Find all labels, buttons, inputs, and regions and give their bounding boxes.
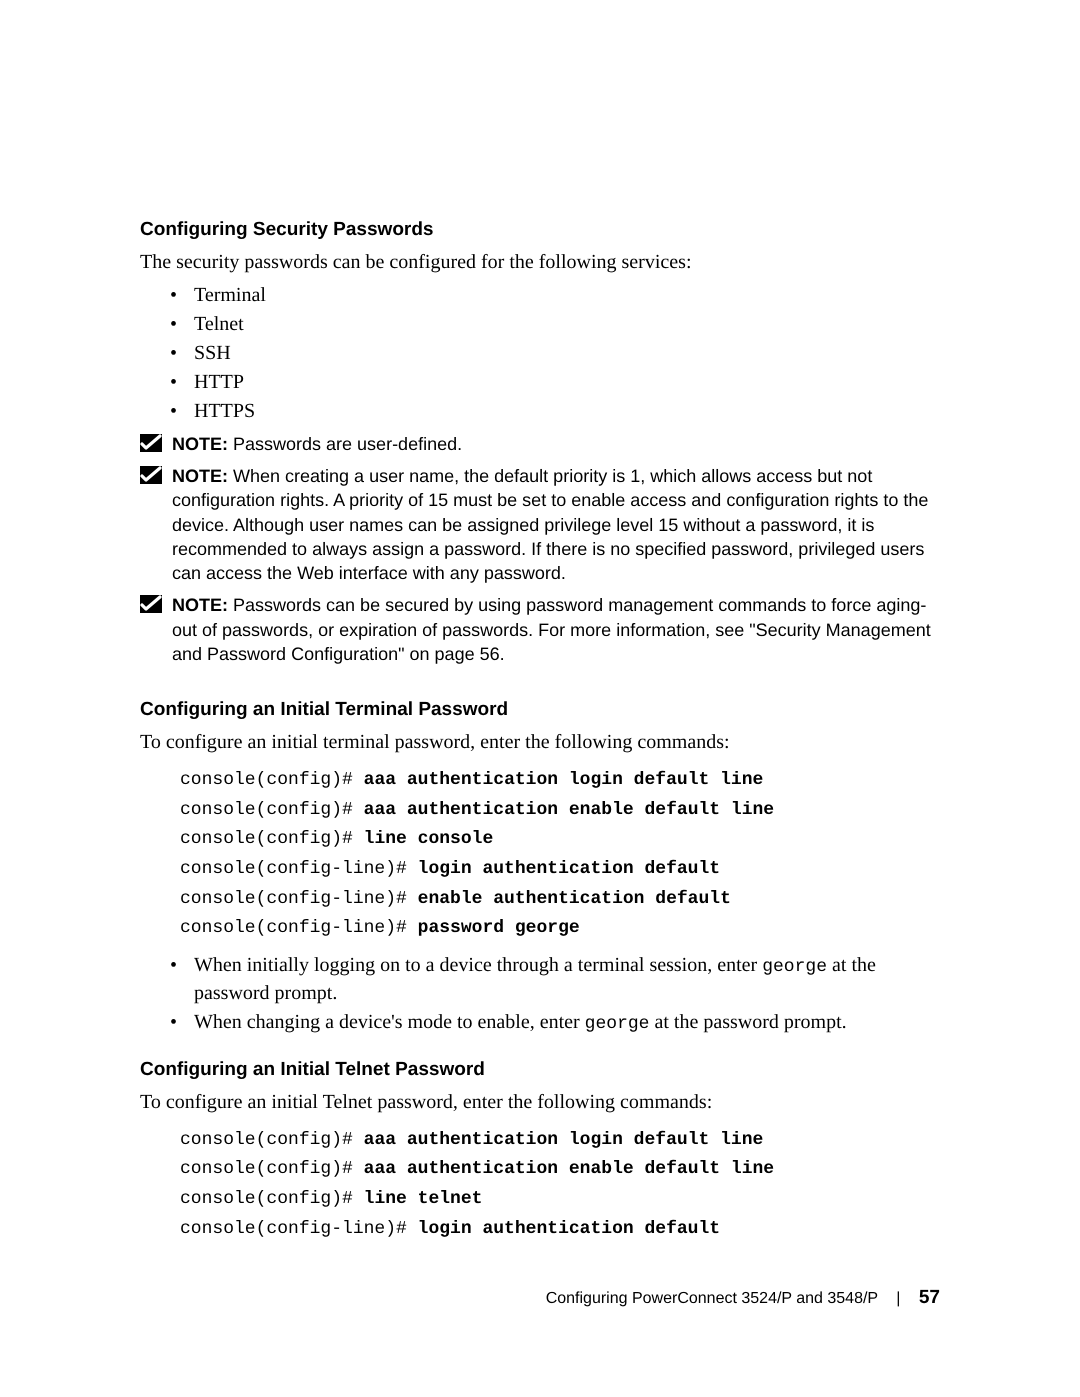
intro-text: The security passwords can be configured… bbox=[140, 249, 940, 276]
code-line: console(config)# aaa authentication enab… bbox=[180, 1155, 940, 1185]
note-label: NOTE: bbox=[172, 466, 228, 486]
note-icon bbox=[140, 595, 162, 613]
note-label: NOTE: bbox=[172, 434, 228, 454]
note-icon bbox=[140, 434, 162, 452]
note-body: When creating a user name, the default p… bbox=[172, 466, 928, 583]
code-block-terminal: console(config)# aaa authentication logi… bbox=[180, 766, 940, 944]
list-item: When changing a device's mode to enable,… bbox=[170, 1009, 940, 1036]
note-icon bbox=[140, 466, 162, 484]
code-line: console(config-line)# login authenticati… bbox=[180, 1215, 940, 1245]
list-item: HTTP bbox=[170, 369, 940, 395]
services-list: Terminal Telnet SSH HTTP HTTPS bbox=[170, 282, 940, 424]
page-number: 57 bbox=[919, 1287, 940, 1308]
list-item: SSH bbox=[170, 340, 940, 366]
list-item: When initially logging on to a device th… bbox=[170, 952, 940, 1005]
mono-text: george bbox=[762, 957, 827, 977]
code-line: console(config)# aaa authentication enab… bbox=[180, 796, 940, 826]
telnet-intro: To configure an initial Telnet password,… bbox=[140, 1089, 940, 1116]
mono-text: george bbox=[585, 1014, 650, 1034]
list-item: HTTPS bbox=[170, 398, 940, 424]
list-item: Terminal bbox=[170, 282, 940, 308]
note-text: NOTE: Passwords are user-defined. bbox=[172, 432, 462, 456]
code-line: console(config)# aaa authentication logi… bbox=[180, 766, 940, 796]
heading-security-passwords: Configuring Security Passwords bbox=[140, 218, 940, 243]
note-text: NOTE: When creating a user name, the def… bbox=[172, 464, 940, 585]
page-footer: Configuring PowerConnect 3524/P and 3548… bbox=[140, 1286, 940, 1311]
note-text: NOTE: Passwords can be secured by using … bbox=[172, 593, 940, 666]
code-line: console(config)# aaa authentication logi… bbox=[180, 1126, 940, 1156]
terminal-notes-list: When initially logging on to a device th… bbox=[170, 952, 940, 1036]
note-body: Passwords are user-defined. bbox=[228, 434, 462, 454]
code-line: console(config)# line telnet bbox=[180, 1185, 940, 1215]
note-block: NOTE: When creating a user name, the def… bbox=[140, 464, 940, 585]
note-block: NOTE: Passwords are user-defined. bbox=[140, 432, 940, 456]
code-block-telnet: console(config)# aaa authentication logi… bbox=[180, 1126, 940, 1245]
note-label: NOTE: bbox=[172, 595, 228, 615]
code-line: console(config-line)# login authenticati… bbox=[180, 855, 940, 885]
note-body: Passwords can be secured by using passwo… bbox=[172, 595, 931, 664]
terminal-intro: To configure an initial terminal passwor… bbox=[140, 729, 940, 756]
note-block: NOTE: Passwords can be secured by using … bbox=[140, 593, 940, 666]
heading-telnet-password: Configuring an Initial Telnet Password bbox=[140, 1058, 940, 1083]
footer-divider: | bbox=[896, 1289, 900, 1310]
code-line: console(config)# line console bbox=[180, 825, 940, 855]
list-item: Telnet bbox=[170, 311, 940, 337]
footer-title: Configuring PowerConnect 3524/P and 3548… bbox=[546, 1290, 878, 1307]
code-line: console(config-line)# enable authenticat… bbox=[180, 885, 940, 915]
document-page: Configuring Security Passwords The secur… bbox=[0, 0, 1080, 1397]
code-line: console(config-line)# password george bbox=[180, 914, 940, 944]
heading-terminal-password: Configuring an Initial Terminal Password bbox=[140, 698, 940, 723]
